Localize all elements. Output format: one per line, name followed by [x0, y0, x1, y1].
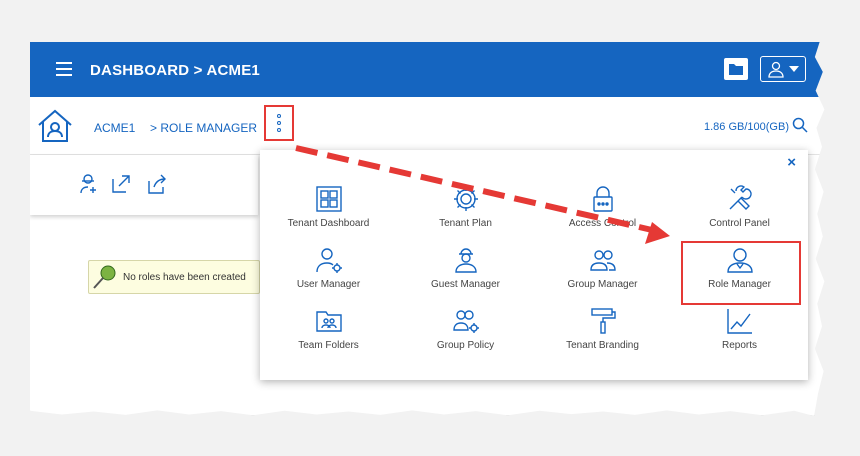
- menu-item-role-manager[interactable]: Role Manager: [671, 239, 808, 305]
- pin-icon: [93, 265, 116, 289]
- menu-item-label: Control Panel: [709, 218, 770, 229]
- lock-icon: [592, 186, 613, 212]
- breadcrumb-page: > ROLE MANAGER: [150, 121, 258, 135]
- home-icon[interactable]: [36, 107, 74, 145]
- top-bar: DASHBOARD > ACME1: [30, 42, 825, 97]
- menu-item-label: Access Control: [568, 218, 637, 229]
- folder-button[interactable]: [724, 58, 748, 80]
- close-icon[interactable]: ×: [787, 154, 796, 171]
- menu-item-label: Tenant Plan: [439, 218, 492, 229]
- storage-usage: 1.86 GB/100(GB): [704, 121, 789, 133]
- menu-item-user-manager[interactable]: User Manager: [260, 239, 397, 300]
- tenant-menu-popup: × Tenant Dashboard Tenant Plan Access Co…: [260, 150, 808, 380]
- menu-item-label: Group Manager: [567, 279, 638, 290]
- app-window: DASHBOARD > ACME1 ACME1 > ROLE MANAGER 1…: [30, 42, 825, 416]
- menu-item-guest-manager[interactable]: Guest Manager: [397, 239, 534, 300]
- hamburger-menu-icon[interactable]: [56, 62, 72, 76]
- paint-roller-icon: [590, 308, 616, 334]
- menu-item-label: User Manager: [296, 279, 361, 290]
- team-folder-icon: [315, 311, 342, 332]
- page-title: DASHBOARD > ACME1: [90, 62, 260, 79]
- add-user-icon[interactable]: [78, 173, 100, 195]
- group-icon: [589, 250, 616, 271]
- grid-icon: [315, 186, 342, 212]
- menu-item-tenant-branding[interactable]: Tenant Branding: [534, 300, 671, 361]
- breadcrumb-tenant[interactable]: ACME1: [94, 121, 135, 135]
- menu-grid: Tenant Dashboard Tenant Plan Access Cont…: [260, 178, 808, 361]
- folder-icon: [729, 64, 743, 75]
- line-chart-icon: [726, 309, 752, 334]
- breadcrumb-bar: ACME1 > ROLE MANAGER 1.86 GB/100(GB): [30, 97, 825, 155]
- menu-item-label: Role Manager: [708, 279, 771, 290]
- group-policy-icon: [452, 310, 479, 333]
- menu-item-tenant-plan[interactable]: Tenant Plan: [397, 178, 534, 239]
- guest-icon: [454, 248, 477, 273]
- more-options-button[interactable]: [264, 105, 294, 141]
- empty-notice-text: No roles have been created: [123, 272, 246, 283]
- tools-icon: [729, 185, 752, 210]
- menu-item-tenant-dashboard[interactable]: Tenant Dashboard: [260, 178, 397, 239]
- chevron-down-icon: [789, 66, 799, 72]
- user-menu-button[interactable]: [760, 56, 806, 82]
- menu-item-label: Team Folders: [298, 340, 359, 351]
- menu-item-control-panel[interactable]: Control Panel: [671, 178, 808, 239]
- user-cog-icon: [315, 248, 342, 273]
- menu-item-label: Group Policy: [436, 340, 495, 351]
- menu-item-team-folders[interactable]: Team Folders: [260, 300, 397, 361]
- cog-icon: [453, 187, 478, 211]
- menu-item-label: Tenant Dashboard: [287, 218, 370, 229]
- menu-item-reports[interactable]: Reports: [671, 300, 808, 361]
- menu-item-label: Guest Manager: [431, 279, 500, 290]
- user-icon: [768, 61, 784, 78]
- menu-item-group-policy[interactable]: Group Policy: [397, 300, 534, 361]
- menu-item-access-control[interactable]: Access Control: [534, 178, 671, 239]
- toolbar-panel: [30, 155, 258, 215]
- empty-notice: No roles have been created: [88, 260, 260, 294]
- expand-icon[interactable]: [110, 173, 132, 195]
- menu-item-label: Tenant Branding: [566, 340, 639, 351]
- role-user-icon: [726, 248, 753, 273]
- share-icon[interactable]: [146, 173, 168, 195]
- menu-item-group-manager[interactable]: Group Manager: [534, 239, 671, 300]
- search-icon[interactable]: [792, 117, 808, 133]
- menu-item-label: Reports: [721, 340, 757, 351]
